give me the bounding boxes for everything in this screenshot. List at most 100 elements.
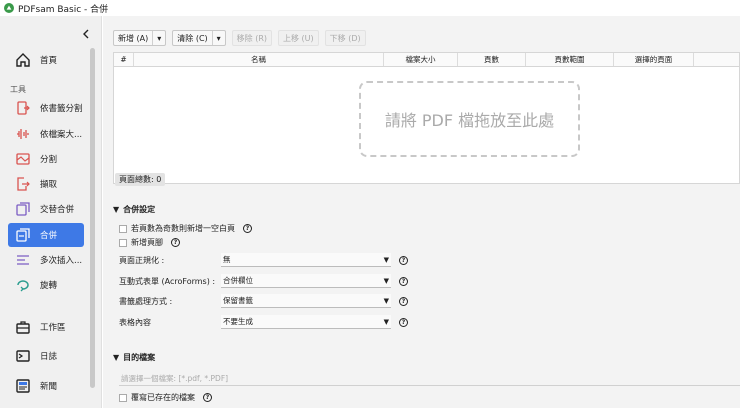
sidebar-item-extract[interactable]: 擷取 [8, 172, 84, 196]
normalize-select[interactable]: 無 ▼ [221, 253, 391, 267]
help-icon[interactable]: ? [399, 255, 408, 265]
destination-file-input[interactable]: 請選擇一個檔案: [*.pdf, *.PDF] [119, 372, 740, 386]
collapse-triangle-icon: ▼ [113, 204, 120, 214]
column-header[interactable]: 頁數範圍 [526, 53, 614, 66]
help-icon[interactable]: ? [243, 224, 252, 233]
sidebar-scrollbar[interactable] [90, 48, 95, 388]
column-header[interactable]: 檔案大小 [384, 53, 458, 66]
sidebar-item-label: 分割 [40, 155, 58, 165]
sidebar-item-label: 依檔案大... [40, 130, 83, 140]
checkbox-box[interactable] [119, 393, 127, 402]
merge-icon [14, 226, 32, 244]
chevron-down-icon: ▼ [383, 296, 389, 305]
pdfsam-logo-icon [4, 3, 14, 13]
sidebar-item-label: 首頁 [40, 56, 58, 66]
chevron-down-icon: ▼ [383, 255, 389, 264]
column-header[interactable]: 名稱 [134, 53, 384, 66]
destination-title: 目的檔案 [123, 352, 156, 362]
sidebar-item-label: 交替合併 [40, 205, 75, 215]
home-icon [14, 51, 32, 69]
help-icon[interactable]: ? [203, 393, 212, 402]
merge-settings-title: 合併設定 [123, 204, 156, 214]
move-down-button[interactable]: 下移 (D) [324, 30, 366, 46]
sidebar-item-split-size[interactable]: 依檔案大... [8, 122, 84, 146]
collapse-sidebar-icon[interactable] [80, 28, 92, 40]
clear-button-label: 清除 (C) [177, 33, 208, 43]
sidebar-item-insert-multiple[interactable]: 多次插入... [8, 248, 84, 272]
select-value: 保留書籤 [223, 296, 253, 305]
toc-row: 表格內容 不要生成 ▼ ? [119, 315, 408, 329]
sidebar-item-split[interactable]: 分割 [8, 147, 84, 171]
page-count-badge: 頁面總數: 0 [115, 173, 166, 186]
forms-row: 互動式表單 (AcroForms) : 合併欄位 ▼ ? [119, 274, 408, 288]
help-icon[interactable]: ? [399, 317, 408, 327]
select-value: 不要生成 [223, 317, 253, 326]
bookmarks-select[interactable]: 保留書籤 ▼ [221, 294, 391, 308]
table-header: # 名稱 檔案大小 頁數 頁數範圍 選擇的頁面 [114, 53, 739, 67]
split-icon [14, 150, 32, 168]
title-bar: PDFsam Basic - 合併 [0, 0, 740, 16]
sidebar-item-label: 新聞 [40, 382, 58, 392]
toolbar: 新增 (A) ▾ 清除 (C) ▾ 移除 (R) 上移 (U) 下移 (D) [113, 30, 366, 46]
bookmarks-row: 書籤處理方式 : 保留書籤 ▼ ? [119, 294, 408, 308]
column-header[interactable]: 選擇的頁面 [614, 53, 694, 66]
sidebar-item-label: 擷取 [40, 180, 58, 190]
rotate-icon [14, 276, 32, 294]
help-icon[interactable]: ? [399, 296, 408, 306]
chevron-down-icon[interactable]: ▾ [211, 31, 225, 45]
add-button-label: 新增 (A) [118, 33, 149, 43]
select-value: 無 [223, 255, 231, 264]
sidebar-item-workspace[interactable]: 工作區 [8, 315, 84, 339]
checkbox-box[interactable] [119, 224, 127, 233]
toc-select[interactable]: 不要生成 ▼ [221, 315, 391, 329]
checkbox-box[interactable] [119, 238, 127, 247]
sidebar-item-split-bookmarks[interactable]: 依書籤分割 [8, 96, 84, 120]
footer-checkbox[interactable]: 新增頁腳 ? [119, 237, 180, 248]
merge-panel: 新增 (A) ▾ 清除 (C) ▾ 移除 (R) 上移 (U) 下移 (D) #… [103, 16, 740, 408]
sidebar-item-home[interactable]: 首頁 [8, 48, 84, 72]
merge-settings-header[interactable]: ▼ 合併設定 [113, 202, 155, 216]
help-icon[interactable]: ? [399, 276, 408, 286]
remove-button[interactable]: 移除 (R) [231, 30, 273, 46]
checkbox-label: 若頁數為奇數則新增一空白頁 [131, 224, 235, 233]
sidebar-item-label: 多次插入... [40, 256, 83, 266]
split-bookmarks-icon [14, 99, 32, 117]
sidebar-item-label: 工作區 [40, 323, 66, 333]
sidebar-item-label: 日誌 [40, 352, 58, 362]
collapse-triangle-icon: ▼ [113, 352, 120, 362]
sidebar-item-log[interactable]: 日誌 [8, 344, 84, 368]
move-up-button[interactable]: 上移 (U) [278, 30, 319, 46]
forms-label: 互動式表單 (AcroForms) : [119, 276, 216, 286]
pdf-files-table[interactable]: # 名稱 檔案大小 頁數 頁數範圍 選擇的頁面 請將 PDF 檔拖放至此處 [113, 52, 740, 184]
select-value: 合併欄位 [223, 276, 253, 285]
log-icon [14, 347, 32, 365]
extract-icon [14, 175, 32, 193]
alternate-mix-icon [14, 200, 32, 218]
normalize-label: 頁面正規化 : [119, 255, 165, 265]
chevron-down-icon[interactable]: ▾ [152, 31, 165, 45]
sidebar-item-label: 依書籤分割 [40, 104, 83, 114]
blank-page-checkbox[interactable]: 若頁數為奇數則新增一空白頁 ? [119, 223, 252, 234]
chevron-down-icon: ▼ [383, 276, 389, 285]
normalize-row: 頁面正規化 : 無 ▼ ? [119, 253, 408, 267]
sidebar-item-label: 合併 [40, 231, 58, 241]
forms-select[interactable]: 合併欄位 ▼ [221, 274, 391, 288]
clear-button[interactable]: 清除 (C) ▾ [172, 30, 226, 46]
drop-zone[interactable]: 請將 PDF 檔拖放至此處 [359, 81, 580, 157]
sidebar-item-merge[interactable]: 合併 [8, 223, 84, 247]
column-header[interactable]: # [114, 53, 134, 66]
help-icon[interactable]: ? [171, 238, 180, 247]
overwrite-checkbox[interactable]: 覆寫已存在的檔案 ? [119, 392, 212, 403]
checkbox-label: 覆寫已存在的檔案 [131, 393, 195, 402]
sidebar-item-news[interactable]: 新聞 [8, 374, 84, 398]
checkbox-label: 新增頁腳 [131, 238, 163, 247]
add-button[interactable]: 新增 (A) ▾ [113, 30, 167, 46]
chevron-down-icon: ▼ [383, 317, 389, 326]
news-icon [14, 377, 32, 395]
sidebar-item-alternate-mix[interactable]: 交替合併 [8, 197, 84, 221]
destination-header[interactable]: ▼ 目的檔案 [113, 350, 155, 364]
column-header[interactable]: 頁數 [458, 53, 526, 66]
tools-section-label: 工具 [10, 85, 26, 94]
sidebar-item-rotate[interactable]: 旋轉 [8, 273, 84, 297]
toc-label: 表格內容 [119, 317, 151, 327]
